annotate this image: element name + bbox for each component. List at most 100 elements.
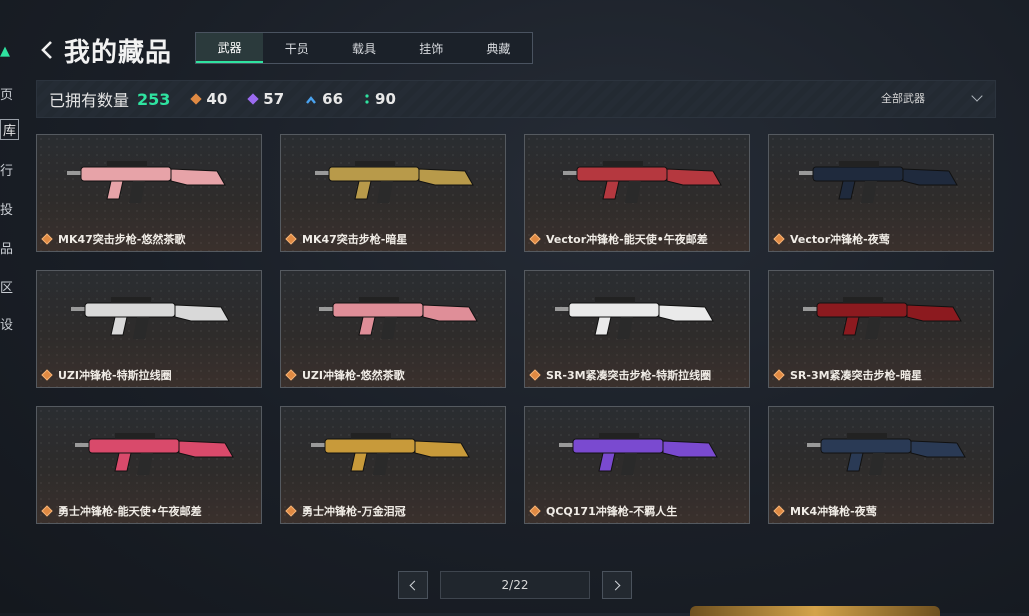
grip xyxy=(137,453,153,475)
rarity-dot-icon xyxy=(285,233,297,245)
stock xyxy=(662,440,718,458)
stock xyxy=(902,168,958,186)
page-header: 我的藏品 xyxy=(36,30,172,70)
stock xyxy=(422,304,478,322)
item-card[interactable]: MK47突击步枪-悠然茶歌 xyxy=(36,134,262,252)
weapon-filter-dropdown[interactable]: 全部武器 xyxy=(881,90,983,106)
item-card[interactable]: Vector冲锋枪-能天使•午夜邮差 xyxy=(524,134,750,252)
item-grid: MK47突击步枪-悠然茶歌 MK47突击步枪-暗星 Vector冲锋枪-能天使•… xyxy=(36,134,994,524)
tab-vehicles[interactable]: 载具 xyxy=(330,33,397,63)
rarity-purple-count: 57 xyxy=(263,90,285,108)
item-card[interactable]: 勇士冲锋枪-能天使•午夜邮差 xyxy=(36,406,262,524)
weapon-image xyxy=(319,297,478,339)
item-name: UZI冲锋枪-特斯拉线圈 xyxy=(58,369,172,382)
blue-chevron-icon xyxy=(306,90,317,108)
tab-collection[interactable]: 典藏 xyxy=(465,33,532,63)
rarity-dot-icon xyxy=(529,233,541,245)
rail xyxy=(839,161,879,167)
pagination: 2/22 xyxy=(398,571,632,599)
receiver xyxy=(568,302,660,318)
receiver xyxy=(324,438,416,454)
item-card[interactable]: SR-3M紧凑突击步枪-特斯拉线圈 xyxy=(524,270,750,388)
stock xyxy=(178,440,234,458)
weapon-image xyxy=(71,297,230,339)
sidebar-item-1[interactable]: 库 xyxy=(0,119,20,140)
item-name: MK4冲锋枪-夜莺 xyxy=(790,505,877,518)
stock xyxy=(418,168,474,186)
sidebar-up-arrow-icon[interactable]: ▲ xyxy=(0,44,10,59)
rarity-orange-count: 40 xyxy=(206,90,228,108)
sidebar-item-4[interactable]: 品 xyxy=(0,238,13,257)
weapon-image xyxy=(75,433,234,475)
stats-bar: 已拥有数量 253 40 57 66 90 全部武器 xyxy=(36,80,996,118)
stock xyxy=(910,440,966,458)
grip xyxy=(129,181,145,203)
item-card[interactable]: MK47突击步枪-暗星 xyxy=(280,134,506,252)
receiver xyxy=(332,302,424,318)
item-name: MK47突击步枪-暗星 xyxy=(302,233,408,246)
rail xyxy=(115,433,155,439)
rarity-green-count: 90 xyxy=(375,90,396,108)
page-indicator: 2/22 xyxy=(440,571,590,599)
back-icon[interactable] xyxy=(36,39,58,61)
item-card[interactable]: MK4冲锋枪-夜莺 xyxy=(768,406,994,524)
item-card[interactable]: QCQ171冲锋枪-不羁人生 xyxy=(524,406,750,524)
weapon-image xyxy=(803,297,962,339)
rarity-blue-count: 66 xyxy=(322,90,344,108)
owned-label: 已拥有数量 xyxy=(49,91,130,110)
item-card[interactable]: 勇士冲锋枪-万金泪冠 xyxy=(280,406,506,524)
barrel xyxy=(559,443,573,447)
tab-charms[interactable]: 挂饰 xyxy=(398,33,465,63)
sidebar-item-6[interactable]: 设 xyxy=(0,314,13,333)
rarity-dot-icon xyxy=(41,505,53,517)
stock xyxy=(414,440,470,458)
sidebar-item-5[interactable]: 区 xyxy=(0,277,13,296)
rarity-dot-icon xyxy=(529,369,541,381)
item-card[interactable]: SR-3M紧凑突击步枪-暗星 xyxy=(768,270,994,388)
bottom-action-button-edge[interactable] xyxy=(690,606,940,616)
stock xyxy=(170,168,226,186)
sidebar-item-0[interactable]: 页 xyxy=(0,84,13,103)
item-card[interactable]: UZI冲锋枪-特斯拉线圈 xyxy=(36,270,262,388)
rarity-purple: 57 xyxy=(247,90,285,108)
rail xyxy=(843,297,883,303)
item-card[interactable]: Vector冲锋枪-夜莺 xyxy=(768,134,994,252)
magazine xyxy=(602,180,620,200)
magazine xyxy=(350,452,368,472)
stock xyxy=(666,168,722,186)
item-name: UZI冲锋枪-悠然茶歌 xyxy=(302,369,405,382)
grip xyxy=(373,453,389,475)
weapon-image xyxy=(315,161,474,203)
sidebar-item-3[interactable]: 投 xyxy=(0,199,13,218)
prev-page-button[interactable] xyxy=(398,571,428,599)
rarity-green: 90 xyxy=(365,90,396,108)
item-card[interactable]: UZI冲锋枪-悠然茶歌 xyxy=(280,270,506,388)
magazine xyxy=(838,180,856,200)
rarity-blue: 66 xyxy=(306,90,343,108)
item-name: 勇士冲锋枪-能天使•午夜邮差 xyxy=(58,505,202,518)
purple-diamond-icon xyxy=(247,93,259,105)
magazine xyxy=(106,180,124,200)
grip xyxy=(381,317,397,339)
magazine xyxy=(842,316,860,336)
barrel xyxy=(67,171,81,175)
chevron-left-icon xyxy=(409,580,420,590)
next-page-button[interactable] xyxy=(602,571,632,599)
item-name: MK47突击步枪-悠然茶歌 xyxy=(58,233,186,246)
item-name: SR-3M紧凑突击步枪-特斯拉线圈 xyxy=(546,369,712,382)
receiver xyxy=(84,302,176,318)
rarity-dot-icon xyxy=(285,505,297,517)
receiver xyxy=(812,166,904,182)
weapon-image xyxy=(563,161,722,203)
sidebar-item-2[interactable]: 行 xyxy=(0,160,13,179)
filter-label: 全部武器 xyxy=(881,92,925,105)
receiver xyxy=(88,438,180,454)
tab-operators[interactable]: 干员 xyxy=(263,33,330,63)
rarity-dot-icon xyxy=(773,369,785,381)
receiver xyxy=(328,166,420,182)
barrel xyxy=(75,443,89,447)
tab-weapons[interactable]: 武器 xyxy=(196,33,264,63)
weapon-image xyxy=(799,161,958,203)
item-name: 勇士冲锋枪-万金泪冠 xyxy=(302,505,406,518)
weapon-image xyxy=(67,161,226,203)
